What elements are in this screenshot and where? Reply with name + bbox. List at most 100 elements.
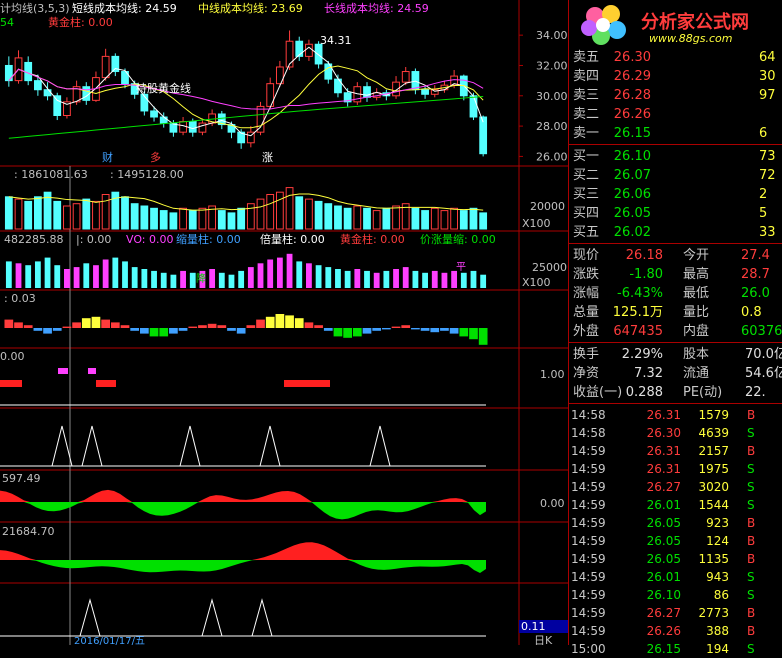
vo-bar [354,269,361,288]
vo-bar [296,261,303,288]
macd-bar [43,328,52,334]
tick-time: 14:59 [571,552,606,566]
vo-gold: 黄金柱: 0.00 [340,232,405,246]
vo-bar [238,270,245,288]
vo-bar [15,263,22,288]
spike-line [81,425,103,467]
vo-bar [364,270,370,288]
quote-value: 26.0 [741,286,770,301]
order-label: 卖一 [573,126,600,141]
order-price: 26.10 [613,149,651,164]
order-label: 买三 [573,187,600,202]
tick-side: B [747,444,756,458]
bottom-value: 0.11 [521,620,546,633]
signal-label: 0.00 [0,350,25,363]
volume-bar [140,205,149,230]
price-axis-label: 34.00 [536,29,568,42]
candle-body [43,89,52,97]
site-logo: 分析家公式网 www.88gs.com [579,4,782,48]
volume-bar [256,198,265,230]
macd-bar [52,328,62,331]
order-sell-row[interactable]: 卖四 26.29 30 [569,67,782,86]
volume-bar [130,203,139,230]
candle-body [421,89,429,95]
tick-row: 14:59 26.26 388 B [569,622,782,640]
volume-bar [266,194,275,230]
order-price: 26.26 [613,107,651,122]
volume-bar [121,196,129,230]
vo-bar [64,269,70,288]
order-buy-row[interactable]: 买一 26.10 73 [569,147,782,166]
order-buy-row[interactable]: 买二 26.07 72 [569,166,782,185]
candle-body [198,122,207,133]
tick-row: 14:59 26.05 923 B [569,514,782,532]
macd-bar [149,328,159,337]
macd-bar [459,328,469,337]
quote-value: 28.7 [741,267,770,282]
tick-row: 14:59 26.27 3020 S [569,478,782,496]
short-ma-label: 短线成本均线: 24.59 [72,1,177,15]
quote-key: 量比 [683,305,710,320]
wave-area [0,542,486,560]
macd-bar [188,326,198,328]
vo-bar [189,272,196,288]
volume-bar [469,207,478,230]
tick-row: 14:59 26.31 2157 B [569,442,782,460]
order-sell-row[interactable]: 卖一 26.15 6 [569,124,782,143]
order-buy-row[interactable]: 买三 26.06 2 [569,185,782,204]
tick-volume: 1975 [698,462,729,476]
volume-bar [53,200,62,230]
volume-bar [72,203,81,230]
candle-body [159,116,168,124]
volume-bar [237,207,246,230]
volume-bar [363,207,371,230]
tag-zhang: 涨 [262,151,273,164]
macd-bar [372,328,382,331]
order-buy-row[interactable]: 买四 26.05 5 [569,204,782,223]
tick-time: 15:00 [571,642,606,656]
order-label: 买二 [573,168,600,183]
kline-chart-area[interactable]: 计均线(3,5,3) 短线成本均线: 24.59 中线成本均线: 23.69 长… [0,0,568,645]
vo-bar [209,269,216,288]
vo-bar [44,257,51,288]
macd-bar [246,325,256,328]
bottom-date-label: 2016/01/17/五 [74,636,145,645]
vo-bar [257,263,264,288]
macd-bar [81,318,91,328]
vo-bar [122,261,128,288]
tick-time: 14:59 [571,462,606,476]
order-volume: 72 [759,168,776,183]
volume-bar [343,207,352,230]
vo-bar [73,267,80,288]
order-buy-row[interactable]: 买五 26.02 33 [569,223,782,242]
wave-area [0,560,486,574]
macd-bar [256,319,265,328]
finance-row: 换手 2.29% 股本 70.0亿 [569,345,782,364]
quote-value: 125.1万 [612,305,663,320]
order-price: 26.28 [613,88,651,103]
candle-body [24,61,33,82]
macd-bar [352,328,362,337]
vo-double: 倍量柱: 0.00 [260,232,325,246]
quote-key: 内盘 [683,324,710,339]
vo-bar [286,253,293,288]
tick-price: 26.05 [646,534,681,548]
tick-side: B [747,408,756,422]
order-sell-row[interactable]: 卖二 26.26 [569,105,782,124]
finance-value: 7.32 [634,366,663,381]
volume-bar [372,210,381,230]
order-sell-row[interactable]: 卖五 26.30 64 [569,48,782,67]
tick-side: S [747,426,755,440]
volume-bar [4,196,13,230]
candle-body [188,121,197,133]
finance-key: 流通 [683,366,710,381]
volume-bar [285,187,294,230]
vo-bar [34,261,41,288]
finance-value: 2.29% [621,347,663,362]
vo-bar [228,274,235,288]
order-sell-row[interactable]: 卖三 26.28 97 [569,86,782,105]
volume-bar [430,207,439,230]
order-price: 26.06 [613,187,651,202]
tick-volume: 86 [713,588,729,602]
order-volume: 33 [759,225,776,240]
